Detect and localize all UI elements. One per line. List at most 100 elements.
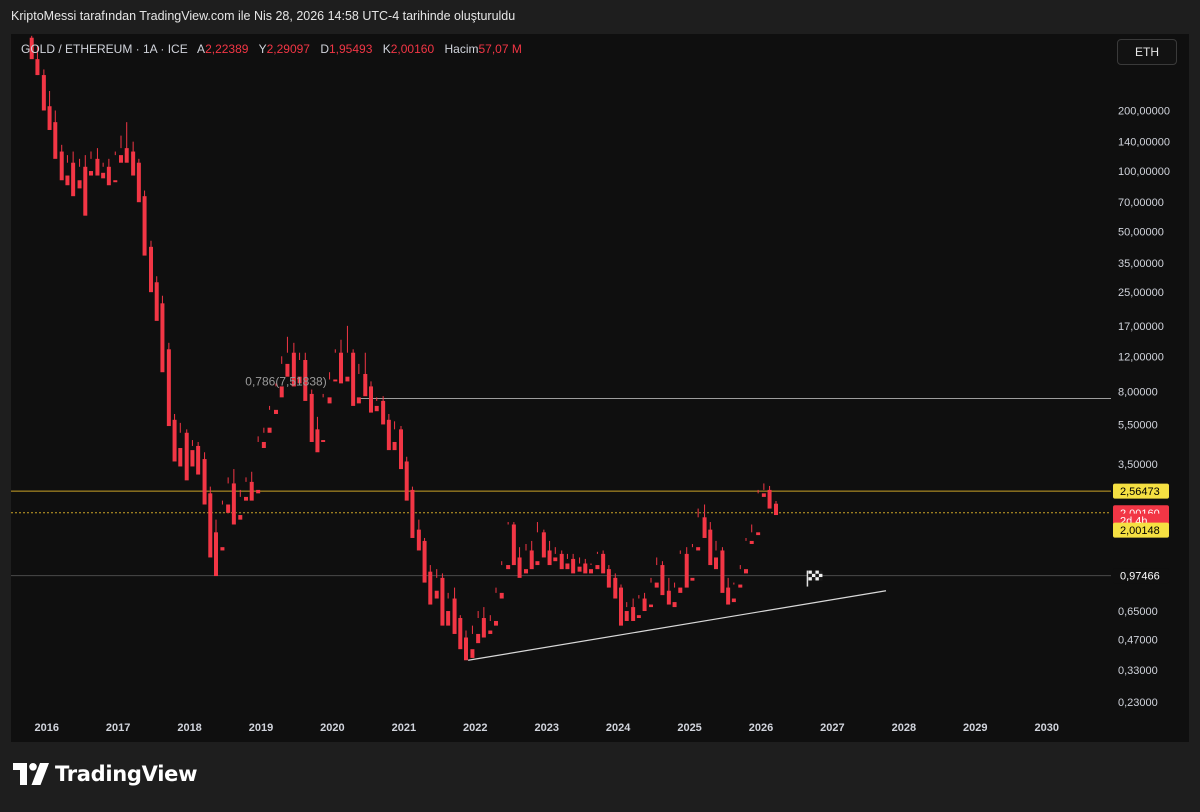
candle-body [476, 633, 481, 644]
candle-body [309, 393, 314, 442]
candlestick-chart[interactable]: 0,786(7,51838) 2016 2017 2018 2019 2020 2021 20… [11, 34, 1189, 742]
candle-body [119, 155, 123, 163]
candle-body [345, 376, 350, 382]
candle-body [494, 620, 498, 626]
candle-body [756, 532, 761, 536]
candle-body [333, 379, 338, 382]
y-axis-tick-label: 35,00000 [1118, 258, 1164, 270]
candle-body [214, 532, 218, 577]
candle-body [178, 448, 183, 467]
candle-body [535, 561, 540, 566]
candle-body [321, 440, 326, 442]
x-axis-tick-label: 2018 [177, 722, 201, 734]
candle-body [559, 553, 564, 570]
candle-body [666, 590, 671, 605]
legend-open-label: A [197, 42, 206, 56]
candle-body [613, 577, 618, 599]
x-axis-tick-label: 2019 [249, 722, 273, 734]
candle-body [101, 172, 106, 179]
symbol-legend: GOLD / ETHEREUM · 1A · ICE A2,22389 Y2,2… [21, 42, 529, 56]
candle-body [696, 547, 701, 551]
x-axis-tick-label: 2027 [820, 722, 844, 734]
candle-body [642, 598, 647, 612]
legend-open-value: 2,22389 [205, 42, 249, 56]
candle-body [636, 615, 641, 619]
price-label-text: 0,97466 [1120, 571, 1160, 583]
y-axis-tick-label: 12,00000 [1118, 351, 1164, 363]
x-axis-tick-label: 2029 [963, 722, 987, 734]
candle-body [571, 558, 576, 574]
candle-body [381, 400, 386, 425]
legend-low-value: 1,95493 [329, 42, 373, 56]
candle-body [649, 604, 653, 608]
candle-body [202, 459, 207, 505]
candle-body [744, 569, 748, 574]
candle-body [690, 577, 695, 581]
price-label-text: 2,56473 [1120, 486, 1160, 498]
y-axis-tick-label: 25,00000 [1118, 287, 1164, 299]
y-axis-tick-label: 0,47000 [1118, 634, 1158, 646]
candle-body [226, 504, 231, 513]
chart-panel[interactable]: 0,786(7,51838) 2016 2017 2018 2019 2020 2021 20… [11, 34, 1189, 742]
candle-body [374, 405, 379, 412]
candle-body [351, 352, 356, 406]
candle-body [184, 432, 189, 481]
candle-body [53, 122, 58, 159]
y-axis-tick-label: 200,00000 [1118, 105, 1170, 117]
candle-body [131, 151, 136, 176]
currency-button[interactable]: ETH [1117, 39, 1177, 65]
candle-body [583, 563, 588, 574]
candle-body [684, 553, 689, 588]
candle-body [731, 598, 736, 603]
attribution-text: KriptoMessi tarafından TradingView.com i… [11, 9, 516, 23]
checkered-flag-icon [806, 570, 823, 587]
fib-level-annotation: 0,786(7,51838) [245, 374, 326, 388]
candle-body [529, 550, 534, 570]
legend-high-value: 2,29097 [266, 42, 310, 56]
candle-body [547, 550, 552, 566]
legend-low-label: D [320, 42, 329, 56]
candle-body [410, 489, 415, 538]
candle-body [267, 427, 272, 433]
x-axis-tick-label: 2017 [106, 722, 130, 734]
x-axis-tick-label: 2021 [392, 722, 416, 734]
y-axis-tick-label: 100,00000 [1118, 166, 1170, 178]
x-axis-tick-label: 2022 [463, 722, 487, 734]
candle-body [464, 637, 468, 661]
candle-body [196, 445, 201, 475]
candle-body [524, 569, 528, 574]
candle-body [47, 106, 52, 130]
y-axis-tick-label: 0,23000 [1118, 697, 1158, 709]
candle-body [160, 303, 165, 373]
candle-body [416, 529, 421, 551]
candle-body [95, 158, 100, 176]
candle-body [35, 59, 40, 76]
candle-body [749, 540, 754, 544]
candle-body [767, 489, 772, 509]
candle-body [565, 563, 570, 570]
candle-body [77, 180, 82, 189]
candle-body [261, 441, 266, 449]
candle-body [660, 565, 665, 596]
candle-body [761, 493, 766, 497]
candle-body [601, 553, 606, 574]
y-axis-tick-label: 17,00000 [1118, 321, 1164, 333]
legend-symbol: GOLD / ETHEREUM · 1A · ICE [21, 42, 188, 56]
candle-body [440, 577, 445, 626]
candle-body [392, 441, 397, 451]
candle-body [726, 587, 731, 605]
candle-body [678, 587, 683, 593]
candle-body [595, 565, 600, 570]
candle-body [41, 75, 46, 111]
candle-body [488, 630, 493, 634]
tradingview-logo[interactable]: TradingView [13, 762, 197, 786]
y-axis-tick-label: 70,00000 [1118, 197, 1164, 209]
x-axis-tick-label: 2026 [749, 722, 773, 734]
candle-body [619, 587, 623, 626]
support-trendline [468, 590, 887, 661]
candle-body [65, 175, 70, 186]
candle-body [541, 532, 546, 558]
candle-body [106, 166, 111, 186]
candle-body [315, 429, 320, 453]
candle-body [220, 547, 225, 551]
